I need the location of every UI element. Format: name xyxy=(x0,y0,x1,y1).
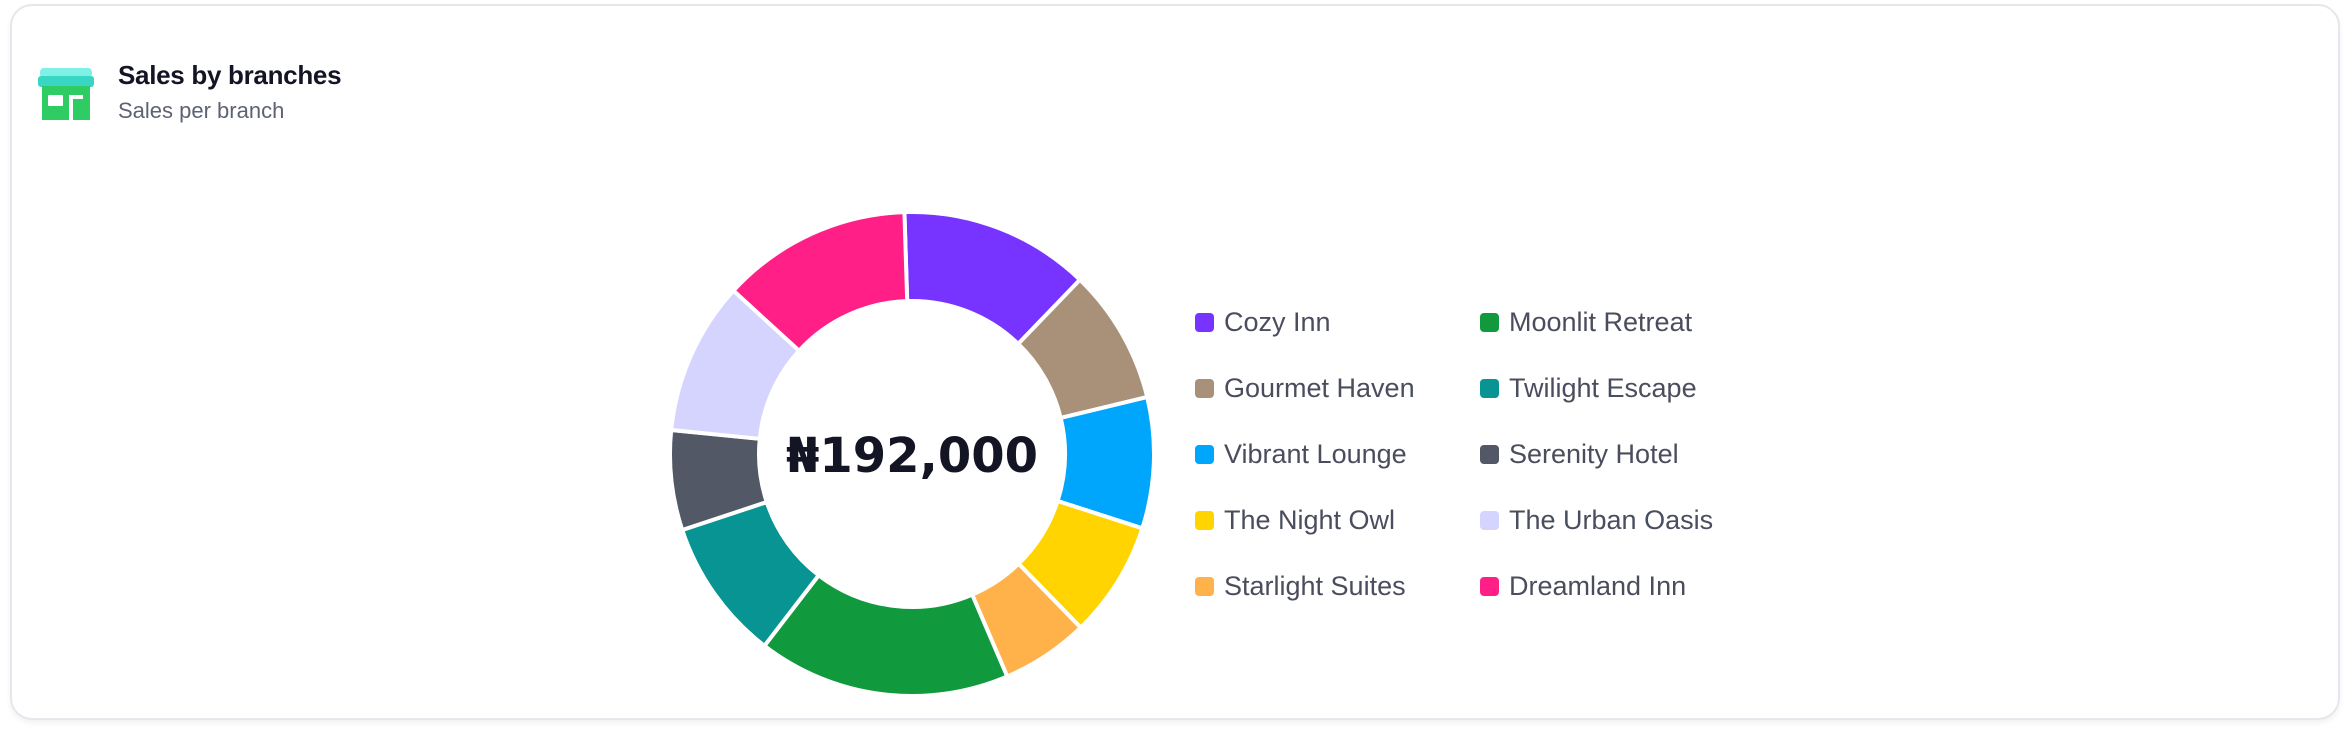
legend-item-cozy-inn[interactable]: Cozy Inn xyxy=(1195,300,1480,344)
legend-label: The Urban Oasis xyxy=(1509,504,1714,535)
legend-item-moonlit-retreat[interactable]: Moonlit Retreat xyxy=(1480,300,1740,344)
store-icon xyxy=(38,68,94,120)
legend-swatch xyxy=(1480,312,1499,332)
legend-label: Gourmet Haven xyxy=(1224,372,1415,403)
donut-chart: ₦192,000 xyxy=(668,210,1156,698)
legend-label: Twilight Escape xyxy=(1509,372,1697,403)
legend-label: Cozy Inn xyxy=(1224,306,1331,337)
legend-swatch xyxy=(1195,510,1214,530)
legend-swatch xyxy=(1480,510,1499,530)
legend-item-the-urban-oasis[interactable]: The Urban Oasis xyxy=(1480,498,1740,542)
chart-legend: Cozy Inn Moonlit Retreat Gourmet Haven Twil… xyxy=(1195,300,1740,630)
legend-label: Moonlit Retreat xyxy=(1509,306,1693,337)
legend-swatch xyxy=(1480,576,1499,596)
legend-item-the-night-owl[interactable]: The Night Owl xyxy=(1195,498,1480,542)
legend-label: Vibrant Lounge xyxy=(1224,438,1407,469)
legend-swatch xyxy=(1195,444,1214,464)
header-titles: Sales by branches Sales per branch xyxy=(118,58,342,126)
legend-swatch xyxy=(1195,378,1214,398)
card-title: Sales by branches xyxy=(118,60,342,90)
legend-item-vibrant-lounge[interactable]: Vibrant Lounge xyxy=(1195,432,1480,476)
legend-swatch xyxy=(1480,378,1499,398)
legend-label: Serenity Hotel xyxy=(1509,438,1679,469)
sales-card: Sales by branches Sales per branch ₦192,… xyxy=(10,4,2340,720)
legend-item-twilight-escape[interactable]: Twilight Escape xyxy=(1480,366,1740,410)
card-subtitle: Sales per branch xyxy=(118,98,285,123)
legend-swatch xyxy=(1480,444,1499,464)
donut-center-total: ₦192,000 xyxy=(786,428,1038,484)
legend-item-starlight-suites[interactable]: Starlight Suites xyxy=(1195,564,1480,608)
legend-label: Starlight Suites xyxy=(1224,570,1406,601)
legend-item-dreamland-inn[interactable]: Dreamland Inn xyxy=(1480,564,1740,608)
legend-item-gourmet-haven[interactable]: Gourmet Haven xyxy=(1195,366,1480,410)
legend-swatch xyxy=(1195,576,1214,596)
legend-swatch xyxy=(1195,312,1214,332)
legend-item-serenity-hotel[interactable]: Serenity Hotel xyxy=(1480,432,1740,476)
legend-label: Dreamland Inn xyxy=(1509,570,1687,601)
card-header: Sales by branches Sales per branch xyxy=(38,58,342,126)
legend-label: The Night Owl xyxy=(1224,504,1396,535)
